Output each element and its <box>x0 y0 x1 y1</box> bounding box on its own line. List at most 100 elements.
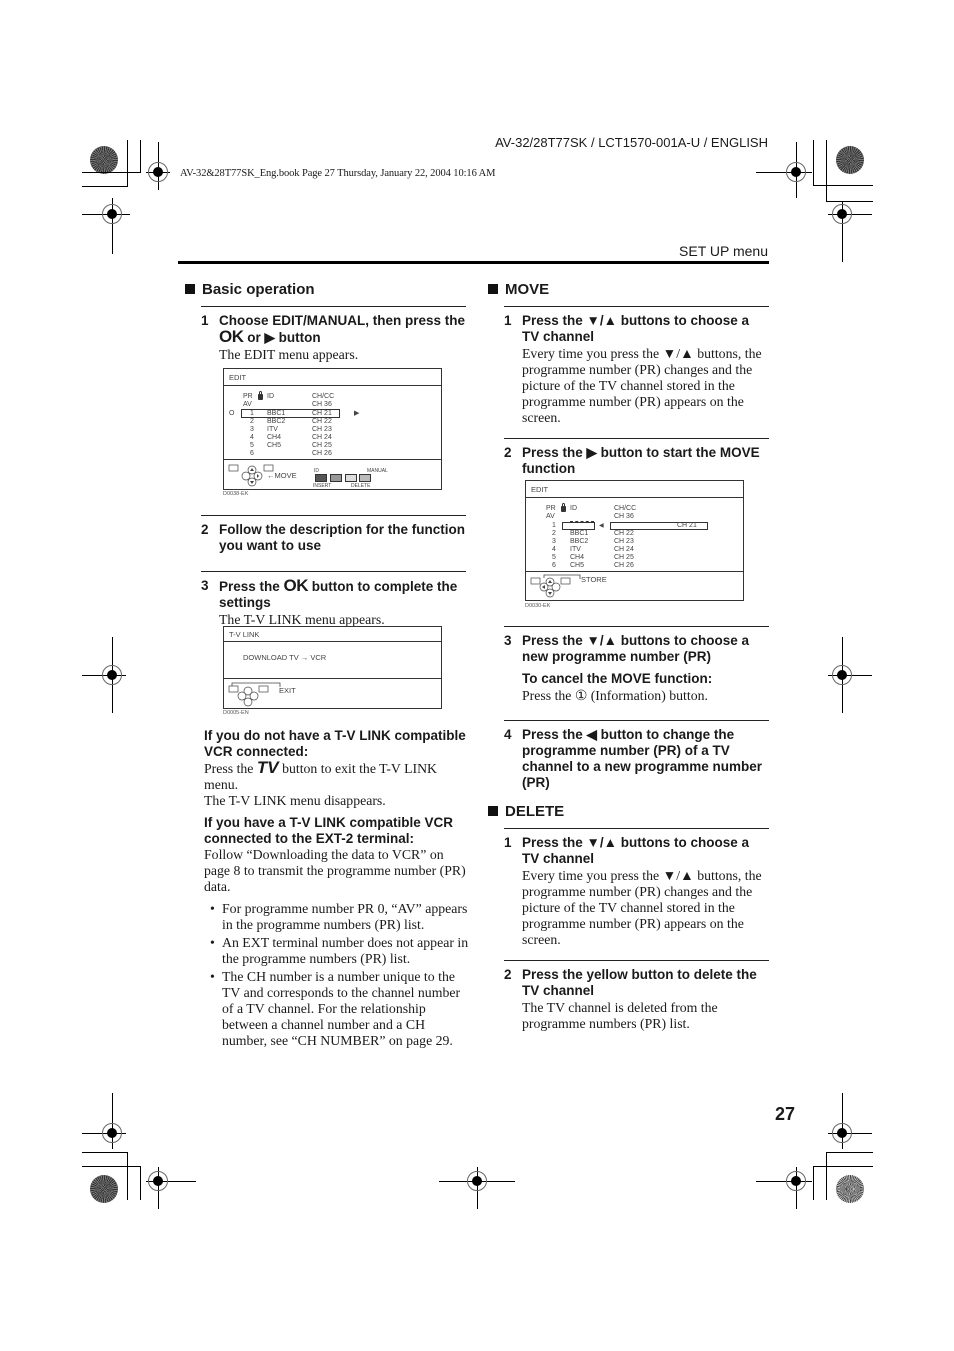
moving-id-box <box>562 522 595 530</box>
list-item: • The CH number is a number unique to the… <box>210 969 461 1048</box>
trim-line <box>82 186 128 187</box>
header-rule <box>178 261 769 264</box>
section-label: SET UP menu <box>679 243 768 259</box>
no-tvlink-body: Press the TV button to exit the T-V LINK… <box>204 758 438 792</box>
row-id: BBC2 <box>570 538 589 545</box>
row-id: CH4 <box>267 434 282 441</box>
download-text: DOWNLOAD TV → VCR <box>243 653 327 662</box>
step-title: Press the ▶ button to start the MOVE fun… <box>522 445 760 476</box>
trim-line <box>826 1152 827 1200</box>
trim-line <box>82 1152 128 1153</box>
document-id: AV-32/28T77SK / LCT1570-001A-U / ENGLISH <box>495 135 768 150</box>
tvlink-notes: If you do not have a T-V LINK compatible… <box>204 728 469 1051</box>
page-number: 27 <box>775 1104 796 1124</box>
row-ch: CH 22 <box>614 530 634 537</box>
info-button-icon: ① <box>574 688 588 703</box>
step-number: 2 <box>504 967 512 982</box>
row-ch: CH 23 <box>614 538 634 545</box>
lock-icon <box>561 503 566 514</box>
remote-dpad-icon <box>530 574 581 598</box>
osd-channel-list: PR ID CH/CC O ▶ AV CH 36 1 BBC1 CH 21 2 … <box>224 386 441 460</box>
row-ch: CH 36 <box>312 401 332 408</box>
right-arrow-icon: ▶ <box>354 410 360 417</box>
section-bullet-icon <box>185 284 195 294</box>
row-pr: 1 <box>250 410 254 417</box>
row-pr: 3 <box>552 538 556 545</box>
osd-footer: ←MOVE ID MANUAL INSERT DELETE <box>224 460 441 489</box>
step-title: Press the ▼/▲ buttons to choose a new pr… <box>522 633 750 664</box>
step-title: Choose EDIT/MANUAL, then press the OK or… <box>219 313 466 346</box>
trim-line <box>813 1166 814 1200</box>
row-id: ITV <box>267 426 278 433</box>
step-title: Follow the description for the function … <box>219 522 465 553</box>
section-bullet-icon <box>488 284 498 294</box>
osd-tvlink-menu: T-V LINK DOWNLOAD TV → VCR EXIT <box>223 626 442 709</box>
key-label-delete: DELETE <box>351 483 371 489</box>
trim-line <box>127 140 128 186</box>
remote-dpad-icon <box>228 682 281 707</box>
row-ch: CH 26 <box>614 562 634 569</box>
no-tvlink-heading: If you do not have a T-V LINK compatible… <box>204 728 466 759</box>
osd-edit-move-menu: EDIT PR ID CH/CC ◀ CH 21 AV CH 36 1 2 BB… <box>525 480 744 601</box>
step-body: The EDIT menu appears. <box>219 347 359 362</box>
step-body: Every time you press the ▼/▲ buttons, th… <box>522 868 762 947</box>
trim-line <box>813 1166 873 1167</box>
step-title: Press the yellow button to delete the TV… <box>522 967 757 998</box>
step-2: 2 Follow the description for the functio… <box>201 515 466 554</box>
row-pr: AV <box>243 401 252 408</box>
right-arrow-icon: ▶ <box>264 330 275 345</box>
trim-line <box>826 140 827 202</box>
col-header-chcc: CH/CC <box>312 393 335 400</box>
step-1: 1 Choose EDIT/MANUAL, then press the OK … <box>201 306 466 363</box>
move-step-2: 2 Press the ▶ button to start the MOVE f… <box>504 438 769 477</box>
selection-marker-icon: O <box>229 410 235 417</box>
blue-key <box>359 474 371 482</box>
move-step-1: 1 Press the ▼/▲ buttons to choose a TV c… <box>504 306 769 426</box>
osd-title: EDIT <box>224 369 441 386</box>
step-title: Press the ▼/▲ buttons to choose a TV cha… <box>522 835 750 866</box>
step-number: 3 <box>201 578 209 593</box>
osd-tvlink-body: DOWNLOAD TV → VCR <box>224 642 441 679</box>
col-header-id: ID <box>570 505 577 512</box>
row-ch: CH 25 <box>312 442 332 449</box>
row-pr: 2 <box>552 530 556 537</box>
lock-icon <box>258 391 263 402</box>
row-ch: CH 21 <box>312 410 332 417</box>
basic-operation-heading: Basic operation <box>185 280 466 298</box>
trim-line <box>813 185 873 186</box>
red-key <box>315 474 327 482</box>
delete-heading: DELETE <box>488 802 769 820</box>
col-header-pr: PR <box>243 393 253 400</box>
osd-exit-label: EXIT <box>279 686 296 695</box>
no-tvlink-body-2: The T-V LINK menu disappears. <box>204 793 386 808</box>
move-step-4: 4 Press the ◀ button to change the progr… <box>504 720 769 791</box>
row-id: ITV <box>570 546 581 553</box>
step-number: 1 <box>201 313 209 328</box>
step-number: 1 <box>504 313 512 328</box>
row-ch: CH 26 <box>312 450 332 457</box>
ok-button-icon: OK <box>219 327 244 346</box>
step-number: 3 <box>504 633 512 648</box>
row-ch: CH 24 <box>312 434 332 441</box>
osd-store-label: STORE <box>581 575 607 584</box>
row-pr: 1 <box>552 522 556 529</box>
osd-footer: STORE <box>526 572 743 600</box>
col-header-chcc: CH/CC <box>614 505 637 512</box>
osd-title: T-V LINK <box>224 627 441 642</box>
row-pr: 4 <box>250 434 254 441</box>
arrow-right-icon: → <box>300 653 309 662</box>
row-ch: CH 25 <box>614 554 634 561</box>
row-id: CH5 <box>267 442 282 449</box>
key-label-insert: INSERT <box>313 483 332 489</box>
step-body: The TV channel is deleted from the progr… <box>522 1000 718 1031</box>
trim-line <box>813 140 814 186</box>
row-id: CH4 <box>570 554 585 561</box>
cancel-move-heading: To cancel the MOVE function: <box>522 671 713 686</box>
color-rosette-icon <box>836 1175 864 1203</box>
trim-line <box>140 140 141 172</box>
right-column: MOVE 1 Press the ▼/▲ buttons to choose a… <box>488 280 769 477</box>
osd-title: EDIT <box>526 481 743 498</box>
row-ch: CH 36 <box>614 513 634 520</box>
row-id: CH5 <box>570 562 585 569</box>
green-key <box>330 474 342 482</box>
